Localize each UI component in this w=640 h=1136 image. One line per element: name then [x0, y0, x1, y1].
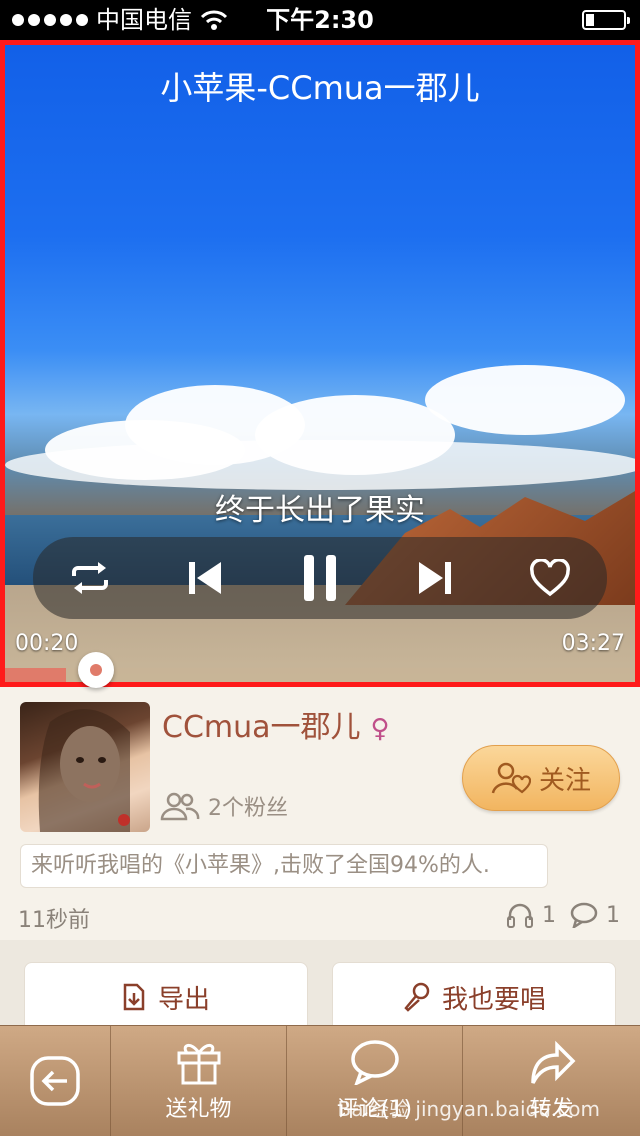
tab-gift-label: 送礼物: [165, 1097, 232, 1122]
repeat-icon: [72, 562, 109, 594]
microphone-icon: [404, 982, 430, 1012]
comment-count-value: 1: [606, 902, 620, 928]
fans-label: 2个粉丝: [208, 796, 288, 821]
follow-label: 关注: [538, 765, 591, 796]
repeat-button[interactable]: [60, 548, 120, 608]
comment-count: 1: [570, 902, 620, 928]
username-text: CCmua一郡儿: [162, 710, 361, 745]
export-icon: [123, 983, 145, 1011]
song-title: 小苹果-CCmua一郡儿: [160, 69, 480, 107]
avatar-image: [38, 709, 130, 832]
export-label: 导出: [157, 984, 210, 1015]
sing-too-label: 我也要唱: [441, 984, 546, 1015]
cloud-shape: [425, 365, 625, 435]
export-button[interactable]: 导出: [24, 962, 308, 1032]
listen-count: 1: [506, 902, 556, 928]
follow-button[interactable]: 关注: [462, 745, 620, 811]
fans-count[interactable]: 2个粉丝: [160, 790, 288, 822]
progress-fill: [5, 668, 67, 682]
clock: 下午2:30: [266, 6, 374, 34]
username[interactable]: CCmua一郡儿 ♀: [162, 702, 390, 746]
current-time: 00:20: [15, 631, 79, 656]
next-icon: [418, 562, 451, 594]
headphones-icon: [507, 903, 533, 928]
total-time: 03:27: [561, 631, 625, 656]
tab-gift[interactable]: 送礼物: [110, 1026, 286, 1136]
posted-time: 11秒前: [18, 908, 90, 933]
player-area: 小苹果-CCmua一郡儿 终于长出了果实 00:20 03:27: [0, 40, 640, 687]
favorite-button[interactable]: [520, 548, 580, 608]
back-arrow-icon: [30, 1056, 80, 1106]
stats: 1 1: [506, 902, 620, 928]
pause-button[interactable]: [290, 548, 350, 608]
listen-count-value: 1: [542, 902, 556, 928]
progress-knob[interactable]: [78, 652, 114, 688]
pause-icon: [303, 555, 336, 601]
next-button[interactable]: [405, 548, 465, 608]
back-button[interactable]: [0, 1026, 110, 1136]
previous-icon: [189, 562, 222, 594]
status-bar: 中国电信 下午2:30: [0, 0, 640, 40]
lyric-line: 终于长出了果实: [215, 493, 425, 528]
follow-user-icon: [491, 762, 531, 794]
fans-icon: [160, 792, 200, 821]
cloud-shape: [5, 440, 635, 490]
sing-too-button[interactable]: 我也要唱: [332, 962, 616, 1032]
speech-bubble-icon: [350, 1040, 399, 1085]
female-icon: ♀: [370, 714, 390, 744]
comment-bubble-icon: [570, 902, 598, 928]
avatar[interactable]: [20, 702, 150, 832]
share-arrow-icon: [530, 1040, 575, 1084]
player-controls: [33, 537, 607, 619]
gift-icon: [177, 1044, 220, 1085]
heart-icon: [529, 559, 570, 597]
description-box: 来听听我唱的《小苹果》,击败了全国94%的人.: [20, 844, 548, 888]
battery-icon: [582, 10, 630, 30]
watermark: Bai经验 jingyan.baidu.com: [337, 1097, 600, 1121]
bottom-tab-bar: 送礼物 评论(1) 转发 Bai经验 jingyan.baidu.com: [0, 1025, 640, 1136]
previous-button[interactable]: [175, 548, 235, 608]
